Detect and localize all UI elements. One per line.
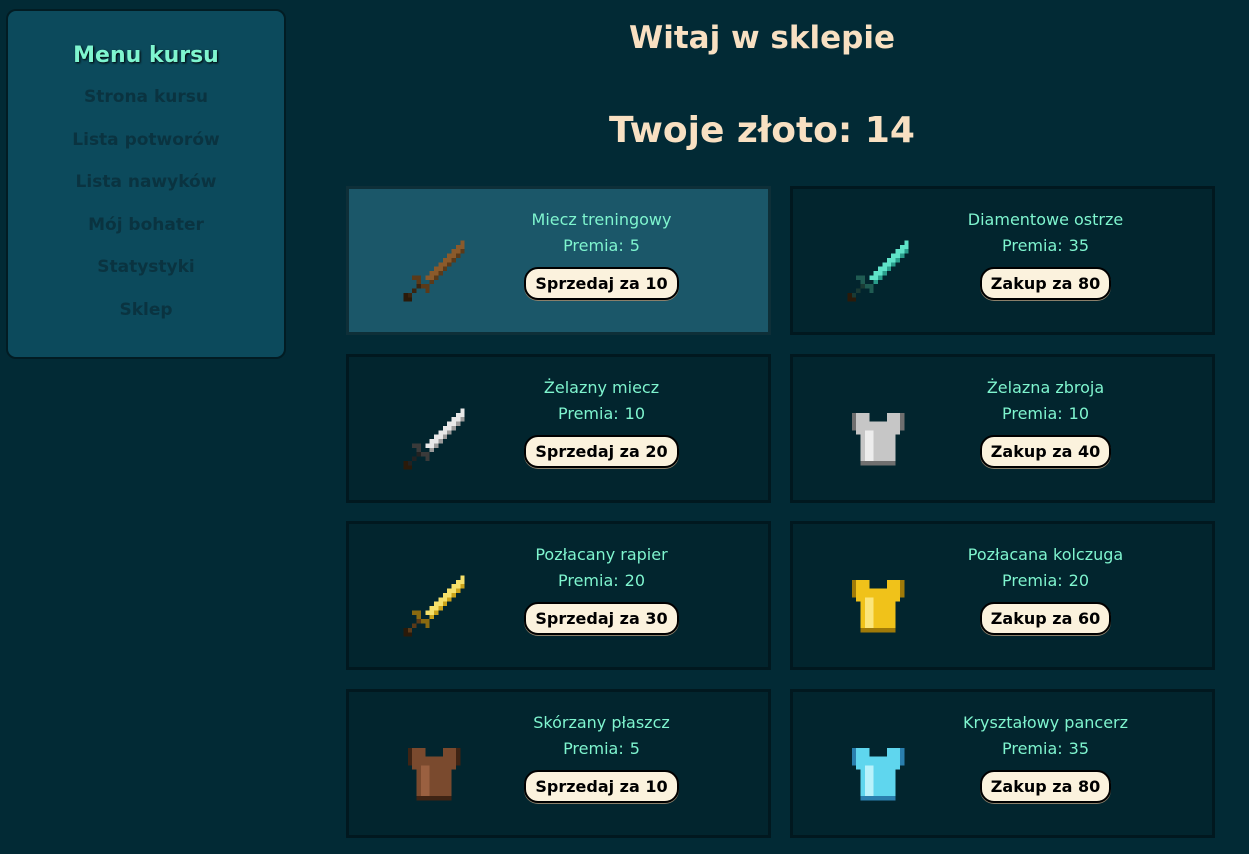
item-name: Żelazny miecz [543, 377, 660, 397]
item-bonus-value: 20 [1068, 571, 1090, 590]
shop-item-card: Żelazny miecz Premia: 10 Sprzedaj za 20 [346, 353, 771, 503]
shop-item-card: Miecz treningowy Premia: 5 Sprzedaj za 10 [346, 186, 771, 335]
button-action-label: Sprzedaj za [535, 609, 640, 628]
buy-button[interactable]: Zakup za 60 [979, 602, 1112, 635]
item-bonus-value: 35 [1068, 236, 1090, 255]
button-action-label: Sprzedaj za [535, 274, 640, 293]
gold-counter: Twoje złoto: 14 [310, 110, 1214, 151]
item-bonus-label: Premia: [1001, 236, 1063, 255]
buy-button[interactable]: Zakup za 80 [979, 769, 1112, 803]
menu-title: Menu kursu [73, 43, 219, 68]
item-name: Miecz treningowy [531, 210, 672, 229]
item-bonus-value: 10 [624, 403, 646, 423]
shop-item-card: Kryształowy pancerz Premia: 35 Zakup za 80 [790, 688, 1215, 838]
item-name: Skórzany płaszcz [533, 712, 670, 732]
item-bonus-label: Premia: [563, 738, 624, 758]
menu-item-statistics[interactable]: Statystyki [8, 246, 284, 289]
item-bonus-label: Premia: [1001, 571, 1063, 590]
shop-item-card: Pozłacany rapier Premia: 20 Sprzedaj za 30 [346, 521, 771, 670]
item-bonus: Premia: 20 [499, 568, 704, 594]
item-bonus: Premia: 10 [499, 401, 704, 427]
menu-item-my-hero[interactable]: Mój bohater [8, 204, 284, 247]
button-price: 80 [1077, 776, 1101, 796]
button-price: 80 [1077, 274, 1101, 293]
buy-button[interactable]: Zakup za 80 [979, 267, 1112, 300]
item-bonus-value: 10 [1068, 403, 1090, 423]
shop-item-card: Diamentowe ostrze Premia: 35 Zakup za 80 [790, 186, 1215, 335]
item-bonus-value: 35 [1068, 738, 1090, 758]
item-bonus: Premia: 35 [943, 233, 1148, 259]
item-bonus-value: 5 [629, 738, 640, 758]
sell-button[interactable]: Sprzedaj za 10 [524, 267, 679, 300]
item-bonus: Premia: 20 [943, 568, 1148, 594]
diamond-sword-icon [843, 236, 913, 306]
menu-item-course-page[interactable]: Strona kursu [8, 76, 284, 119]
shop-welcome-heading: Witaj w sklepie [629, 20, 895, 56]
button-action-label: Zakup za [990, 776, 1073, 796]
button-price: 60 [1077, 609, 1101, 628]
item-bonus: Premia: 5 [499, 736, 704, 762]
sell-button[interactable]: Sprzedaj za 10 [524, 769, 679, 803]
item-bonus: Premia: 10 [943, 401, 1148, 427]
item-bonus: Premia: 5 [499, 233, 704, 259]
item-bonus-label: Premia: [557, 403, 619, 423]
sell-button[interactable]: Sprzedaj za 20 [524, 434, 679, 468]
button-action-label: Sprzedaj za [535, 776, 640, 796]
iron-sword-icon [399, 404, 469, 474]
leather-armor-icon [399, 739, 469, 809]
item-bonus: Premia: 35 [943, 736, 1148, 762]
shop-item-card: Żelazna zbroja Premia: 10 Zakup za 40 [790, 353, 1215, 503]
sell-button[interactable]: Sprzedaj za 30 [524, 602, 679, 635]
gold-label: Twoje złoto: [609, 110, 853, 151]
menu-item-habit-list[interactable]: Lista nawyków [8, 161, 284, 204]
item-bonus-label: Premia: [563, 236, 624, 255]
golden-armor-icon [843, 571, 913, 641]
crystal-armor-icon [843, 739, 913, 809]
item-name: Kryształowy pancerz [962, 712, 1129, 732]
button-price: 20 [645, 441, 668, 461]
iron-armor-icon [843, 404, 913, 474]
item-bonus-label: Premia: [1001, 403, 1063, 423]
item-name: Pozłacany rapier [535, 545, 668, 564]
menu-item-monster-list[interactable]: Lista potworów [8, 119, 284, 162]
menu-list: Strona kursu Lista potworów Lista nawykó… [8, 76, 284, 331]
item-name: Żelazna zbroja [986, 377, 1105, 397]
button-price: 10 [645, 274, 668, 293]
item-name: Diamentowe ostrze [967, 210, 1124, 229]
shop-item-card: Skórzany płaszcz Premia: 5 Sprzedaj za 10 [346, 688, 771, 838]
button-action-label: Zakup za [990, 274, 1073, 293]
button-action-label: Zakup za [990, 441, 1073, 461]
wooden-sword-icon [399, 236, 469, 306]
button-price: 10 [645, 776, 668, 796]
button-action-label: Zakup za [990, 609, 1073, 628]
item-name: Pozłacana kolczuga [967, 545, 1124, 564]
golden-sword-icon [399, 571, 469, 641]
course-menu: Menu kursu Strona kursu Lista potworów L… [6, 9, 286, 359]
gold-value: 14 [864, 110, 915, 151]
item-bonus-value: 20 [624, 571, 646, 590]
button-action-label: Sprzedaj za [535, 441, 640, 461]
item-bonus-label: Premia: [557, 571, 619, 590]
menu-item-shop[interactable]: Sklep [8, 289, 284, 332]
item-bonus-value: 5 [629, 236, 640, 255]
item-bonus-label: Premia: [1001, 738, 1063, 758]
shop-item-card: Pozłacana kolczuga Premia: 20 Zakup za 60 [790, 521, 1215, 670]
buy-button[interactable]: Zakup za 40 [979, 434, 1112, 468]
button-price: 40 [1077, 441, 1101, 461]
button-price: 30 [645, 609, 668, 628]
